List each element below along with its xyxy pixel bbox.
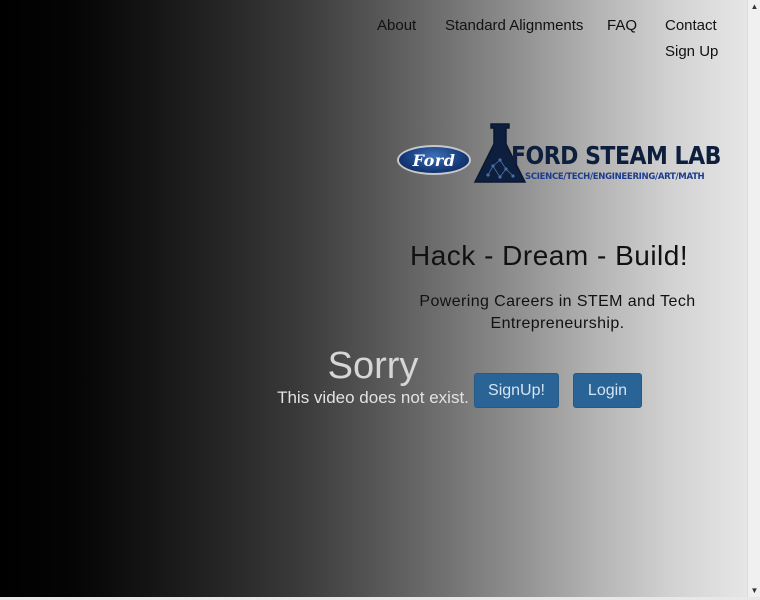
hero-headline: Hack - Dream - Build! [410, 240, 689, 271]
ford-oval-logo: Ford [397, 145, 471, 175]
video-error: Sorry This video does not exist. [262, 344, 484, 408]
signup-button[interactable]: SignUp! [474, 373, 559, 408]
top-nav: About Standard Alignments FAQ Contact Si… [0, 14, 747, 74]
brand-name: FORD STEAM LAB [511, 142, 721, 171]
ford-steam-lab-logo: Ford FORD STEAM LAB SCIENCE/TECH/ENGINEE… [397, 122, 721, 192]
login-button[interactable]: Login [573, 373, 642, 408]
nav-standard-alignments-link[interactable]: Standard Alignments [445, 17, 583, 34]
video-error-message: This video does not exist. [277, 388, 469, 407]
scroll-down-arrow-icon[interactable]: ▼ [750, 586, 759, 595]
page: About Standard Alignments FAQ Contact Si… [0, 0, 747, 597]
vertical-scrollbar[interactable]: ▲ ▼ [747, 0, 760, 597]
nav-about-link[interactable]: About [377, 17, 416, 34]
brand-tagline: SCIENCE/TECH/ENGINEERING/ART/MATH [525, 172, 705, 182]
scroll-up-arrow-icon[interactable]: ▲ [750, 2, 759, 11]
ford-wordmark: Ford [412, 150, 456, 170]
hero-subline: Powering Careers in STEM and Tech Entrep… [419, 293, 696, 332]
nav-contact-link[interactable]: Contact [665, 17, 717, 34]
nav-sign-up-link[interactable]: Sign Up [665, 43, 718, 60]
video-error-title: Sorry [327, 345, 419, 387]
nav-faq-link[interactable]: FAQ [607, 17, 637, 34]
